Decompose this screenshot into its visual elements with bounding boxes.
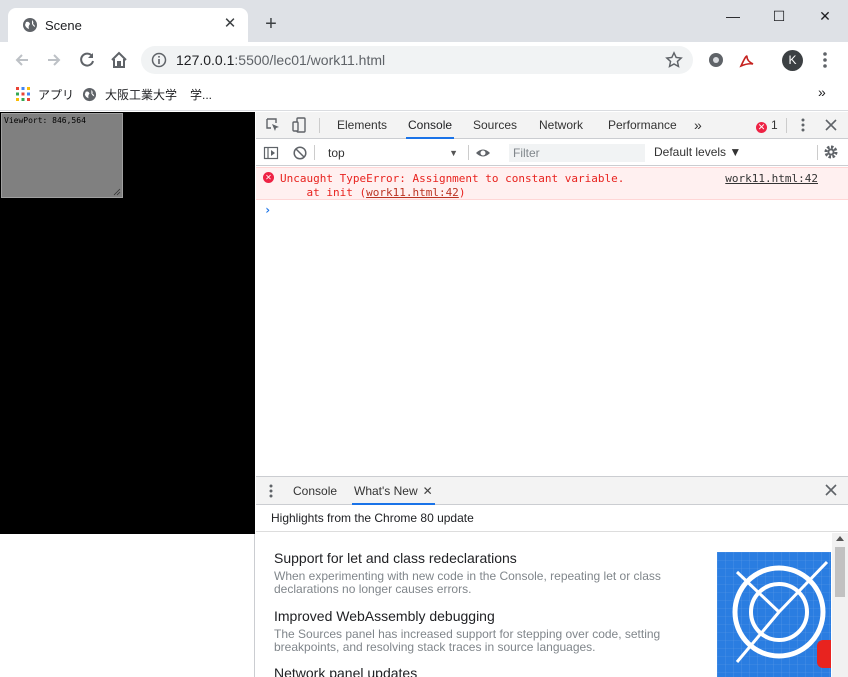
separator (314, 145, 315, 160)
news-item[interactable]: Network panel updates (274, 665, 694, 677)
console-prompt[interactable]: › (264, 203, 271, 217)
error-icon: ✕ (756, 122, 767, 133)
page-viewport: ViewPort: 846,564 (0, 112, 255, 677)
news-item-title: Improved WebAssembly debugging (274, 608, 495, 624)
news-item-description: When experimenting with new code in the … (274, 569, 661, 596)
error-counter[interactable]: ✕ 1 (756, 118, 778, 133)
news-item-title: Network panel updates (274, 665, 418, 677)
bookmark-oit-label: 大阪工業大学 (105, 88, 178, 102)
error-icon: ✕ (263, 172, 274, 183)
reload-icon[interactable] (77, 50, 97, 70)
news-item-title: Support for let and class redeclarations (274, 550, 517, 566)
device-toolbar-icon[interactable] (291, 117, 307, 133)
webgl-scene-canvas[interactable]: ViewPort: 846,564 (0, 112, 255, 534)
maximize-button[interactable]: ☐ (756, 6, 802, 26)
bookmark-apps[interactable]: アプリ (16, 86, 74, 103)
error-stack-link[interactable]: work11.html:42 (366, 186, 459, 199)
info-icon[interactable] (151, 52, 167, 68)
back-icon[interactable] (12, 50, 32, 70)
console-error-message: ✕ Uncaught TypeError: Assignment to cons… (256, 167, 848, 200)
tab-console[interactable]: Console (406, 112, 455, 139)
tab-performance[interactable]: Performance (606, 112, 679, 139)
chrome-release-graphic (717, 552, 831, 677)
context-select[interactable]: top ▼ (322, 144, 462, 162)
bookmark-apps-label: アプリ (38, 88, 75, 102)
bookmark-more[interactable]: 学... (190, 86, 212, 103)
browser-tab[interactable]: Scene ✕ (8, 8, 248, 42)
news-item[interactable]: Improved WebAssembly debugging The Sourc… (274, 608, 694, 654)
apps-grid-icon (16, 87, 30, 101)
separator (786, 118, 787, 133)
bookmark-star-icon[interactable] (665, 51, 683, 69)
inspect-element-icon[interactable] (265, 117, 281, 133)
scroll-up-arrow-icon[interactable] (836, 536, 844, 541)
globe-icon (23, 18, 37, 32)
bookmark-oit[interactable]: 大阪工業大学 (82, 86, 177, 103)
home-icon[interactable] (109, 50, 129, 70)
forward-icon[interactable] (44, 50, 64, 70)
live-expression-eye-icon[interactable] (475, 145, 491, 161)
viewport-info-box[interactable]: ViewPort: 846,564 (1, 113, 123, 198)
tab-title: Scene (45, 18, 82, 33)
extension-icon[interactable] (707, 51, 725, 69)
news-item-description: The Sources panel has increased support … (274, 627, 661, 654)
bookmarks-bar: アプリ 大阪工業大学 学... » (0, 78, 848, 111)
close-tab-icon[interactable]: ✕ (423, 484, 433, 498)
tab-close-icon[interactable]: ✕ (222, 16, 238, 32)
drawer-tab-whats-new[interactable]: What's New ✕ (352, 477, 435, 505)
profile-avatar[interactable]: K (782, 50, 803, 71)
devtools-drawer: Console What's New ✕ Highlights from the … (256, 476, 848, 677)
minimize-button[interactable]: — (710, 6, 756, 26)
drawer-tab-whats-new-label: What's New (354, 484, 418, 498)
drawer-tab-bar: Console What's New ✕ (256, 477, 848, 505)
console-filter-bar: top ▼ Default levels ▼ (256, 140, 848, 166)
drawer-menu-icon[interactable] (266, 483, 276, 499)
tab-strip: Scene ✕ + — ☐ ✕ (0, 0, 848, 42)
bookmarks-overflow-button[interactable]: » (818, 84, 826, 101)
clear-console-icon[interactable] (292, 145, 308, 161)
whats-new-content: Support for let and class redeclarations… (256, 533, 831, 677)
console-filter-input[interactable] (509, 144, 645, 162)
whats-new-highlights: Highlights from the Chrome 80 update (256, 506, 848, 532)
url-text: 127.0.0.1:5500/lec01/work11.html (176, 52, 386, 68)
tab-elements[interactable]: Elements (335, 112, 389, 139)
devtools-menu-icon[interactable] (795, 117, 811, 133)
devtools-close-icon[interactable] (823, 117, 839, 133)
tab-sources[interactable]: Sources (471, 112, 519, 139)
menu-kebab-icon[interactable] (820, 51, 830, 69)
new-tab-button[interactable]: + (262, 14, 280, 34)
devtools-panel: Elements Console Sources Network Perform… (256, 112, 848, 677)
viewport-info-text: ViewPort: 846,564 (4, 116, 86, 125)
context-select-value: top (328, 146, 345, 160)
devtools-tab-bar: Elements Console Sources Network Perform… (256, 112, 848, 139)
pdf-extension-icon[interactable] (738, 51, 756, 69)
scrollbar-thumb[interactable] (835, 547, 845, 597)
browser-toolbar: 127.0.0.1:5500/lec01/work11.html K (0, 42, 848, 78)
separator (319, 118, 320, 133)
address-bar[interactable]: 127.0.0.1:5500/lec01/work11.html (141, 46, 693, 74)
drawer-close-icon[interactable] (824, 483, 838, 497)
show-sidebar-icon[interactable] (263, 145, 279, 161)
error-source-link[interactable]: work11.html:42 (725, 172, 818, 185)
console-settings-gear-icon[interactable] (823, 144, 839, 160)
news-item[interactable]: Support for let and class redeclarations… (274, 550, 694, 596)
more-tabs-button[interactable]: » (692, 112, 704, 139)
chrome-80-graphic (717, 552, 831, 677)
drawer-tab-console[interactable]: Console (291, 477, 339, 505)
globe-icon (82, 87, 97, 102)
error-count-text: 1 (771, 118, 778, 132)
error-text: Uncaught TypeError: Assignment to consta… (280, 172, 625, 199)
tab-network[interactable]: Network (537, 112, 585, 139)
resize-grip-icon[interactable] (113, 188, 121, 196)
separator (468, 145, 469, 160)
chevron-down-icon: ▼ (449, 148, 458, 158)
log-levels-dropdown[interactable]: Default levels ▼ (654, 145, 741, 159)
drawer-scrollbar[interactable] (832, 533, 848, 677)
window-close-button[interactable]: ✕ (802, 6, 848, 26)
separator (817, 145, 818, 160)
